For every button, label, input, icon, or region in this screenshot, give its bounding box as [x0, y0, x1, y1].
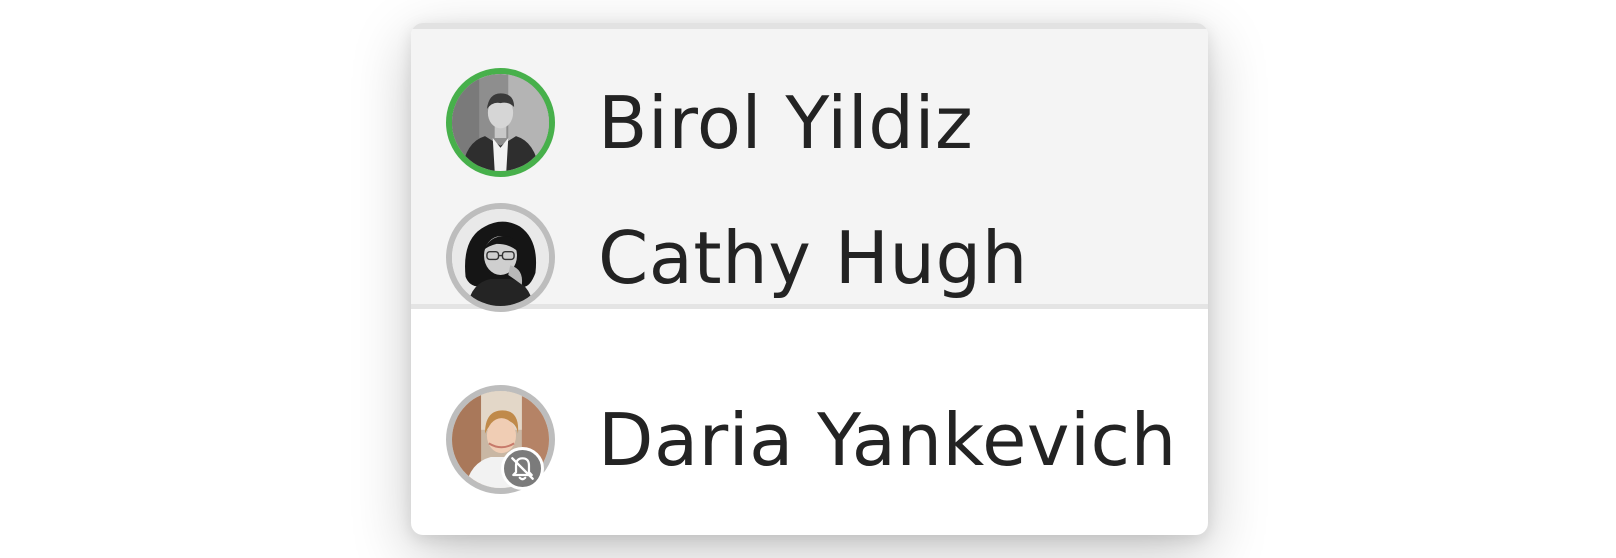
- contact-name: Cathy Hugh: [598, 216, 1028, 300]
- avatar[interactable]: [446, 203, 555, 312]
- avatar-container: [446, 385, 555, 494]
- contact-row-cathy-hugh[interactable]: Cathy Hugh: [411, 203, 1208, 313]
- contact-name: Birol Yildiz: [598, 81, 974, 165]
- contact-row-birol-yildiz[interactable]: Birol Yildiz: [411, 68, 1208, 178]
- avatar-container: [446, 68, 555, 177]
- contact-list-panel: Birol Yildiz Cathy Hugh Daria Yankevich: [411, 23, 1208, 535]
- screen: Birol Yildiz Cathy Hugh Daria Yankevich: [0, 0, 1616, 558]
- woman-glasses-photo-avatar-icon: [452, 209, 549, 306]
- avatar-container: [446, 203, 555, 312]
- contact-row-daria-yankevich[interactable]: Daria Yankevich: [411, 385, 1208, 495]
- muted-badge: [501, 447, 544, 490]
- bell-off-icon: [511, 457, 534, 481]
- contact-name: Daria Yankevich: [598, 398, 1177, 482]
- man-photo-avatar-icon: [452, 74, 549, 171]
- avatar[interactable]: [446, 68, 555, 177]
